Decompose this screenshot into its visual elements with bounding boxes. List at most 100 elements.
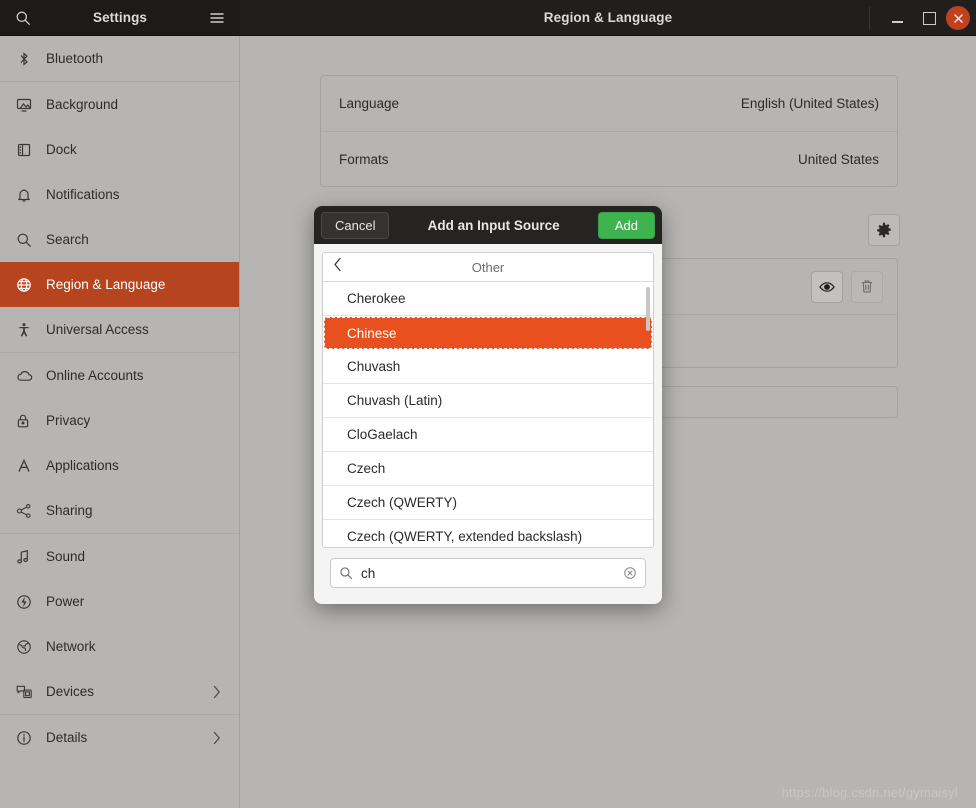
sidebar-item-online-accounts[interactable]: Online Accounts [0,353,239,398]
settings-sidebar[interactable]: Bluetooth Background Dock Notifications Sear… [0,36,240,808]
search-area: ch [322,548,654,598]
search-icon [339,566,353,580]
sidebar-item-label: Applications [46,458,119,473]
watermark-text: https://blog.csdn.net/gymaisyl [781,785,958,800]
cancel-button[interactable]: Cancel [321,211,390,239]
dialog-headerbar: Cancel Add an Input Source Add [314,206,662,244]
sidebar-item-sharing[interactable]: Sharing [0,488,239,533]
devices-icon [16,684,42,699]
language-row-value: English (United States) [740,96,879,111]
list-item-label: Czech (QWERTY, extended backslash) [347,529,583,544]
window-controls-separator [869,7,870,29]
list-item[interactable]: CloGaelach [323,418,653,452]
sidebar-item-region-language[interactable]: Region & Language [0,262,239,307]
language-row-label: Language [339,96,400,111]
sidebar-item-label: Bluetooth [46,51,104,66]
add-input-source-dialog: Cancel Add an Input Source Add Other Che… [314,206,662,604]
window-headerbar: Settings Region & Language [0,0,976,36]
list-item[interactable]: Czech (QWERTY) [323,486,653,520]
input-source-list[interactable]: Other Cherokee Chinese Chuvash Chuvash (Lat… [322,252,654,548]
sidebar-item-power[interactable]: Power [0,579,239,624]
sidebar-item-search[interactable]: Search [0,217,239,262]
formats-row[interactable]: Formats United States [321,131,897,186]
dialog-title: Add an Input Source [427,217,560,233]
sidebar-item-label: Dock [46,142,77,157]
list-item[interactable]: Cherokee [323,282,653,316]
list-header: Other [323,253,653,282]
sidebar-item-label: Online Accounts [46,368,144,383]
sidebar-headerbar: Settings [0,0,240,36]
sidebar-item-label: Devices [46,684,95,699]
maximize-button[interactable] [914,3,944,33]
sidebar-item-bluetooth[interactable]: Bluetooth [0,36,239,81]
background-icon [16,97,42,113]
lock-icon [16,413,42,429]
dialog-body: Other Cherokee Chinese Chuvash Chuvash (Lat… [314,244,662,598]
chevron-left-icon[interactable] [333,257,342,272]
list-item[interactable]: Chuvash [323,350,653,384]
sidebar-item-label: Background [46,97,119,112]
list-item-label: Cherokee [347,291,406,306]
sidebar-item-sound[interactable]: Sound [0,534,239,579]
list-item-label: Czech [347,461,386,476]
sidebar-item-notifications[interactable]: Notifications [0,172,239,217]
list-item-selected[interactable]: Chinese [324,317,652,349]
sidebar-item-label: Universal Access [46,322,149,337]
hamburger-menu-icon[interactable] [202,3,232,33]
trash-icon[interactable] [851,270,883,303]
sidebar-item-dock[interactable]: Dock [0,127,239,172]
info-icon [16,730,42,746]
list-scrollbar[interactable] [646,287,650,331]
bluetooth-icon [16,51,42,67]
clear-circle-icon[interactable] [623,566,637,580]
sidebar-item-label: Notifications [46,187,120,202]
sidebar-item-label: Region & Language [46,277,166,292]
sidebar-item-applications[interactable]: Applications [0,443,239,488]
window-controls [869,0,970,36]
list-header-title: Other [471,259,505,275]
language-row[interactable]: Language English (United States) [321,76,897,131]
power-icon [16,594,42,610]
sidebar-item-details[interactable]: Details [0,715,239,760]
applications-icon [16,458,42,474]
sidebar-item-devices[interactable]: Devices [0,669,239,714]
search-icon[interactable] [8,3,38,33]
cloud-icon [16,369,42,383]
close-button[interactable] [946,6,970,30]
language-panel: Language English (United States) Formats… [320,75,898,187]
list-item-label: Chuvash (Latin) [347,393,443,408]
list-items-container: Cherokee Chinese Chuvash Chuvash (Latin) Clo… [323,282,653,547]
dock-icon [16,142,42,158]
sidebar-item-label: Sharing [46,503,93,518]
list-item-label: Chinese [347,325,397,341]
sidebar-item-label: Sound [46,549,86,564]
minimize-button[interactable] [882,3,912,33]
list-item-label: Chuvash [347,359,401,374]
list-item[interactable]: Chuvash (Latin) [323,384,653,418]
list-item-label: Czech (QWERTY) [347,495,458,510]
list-item[interactable]: Czech [323,452,653,486]
list-item[interactable]: Czech (QWERTY, extended backslash) [323,520,653,547]
sidebar-item-background[interactable]: Background [0,82,239,127]
settings-window: Settings Region & Language Bluetooth Bac… [0,0,976,808]
sidebar-item-network[interactable]: Network [0,624,239,669]
sidebar-item-label: Network [46,639,96,654]
search-icon [16,232,42,248]
search-input[interactable]: ch [330,558,646,588]
formats-row-label: Formats [339,151,389,167]
accessibility-icon [16,322,42,338]
sidebar-item-universal-access[interactable]: Universal Access [0,307,239,352]
chevron-right-icon [213,731,221,745]
page-title: Region & Language [543,10,673,25]
list-item-label: CloGaelach [347,427,418,442]
gear-icon[interactable] [868,214,900,246]
content-headerbar: Region & Language [240,0,976,36]
search-input-value: ch [361,565,376,581]
sidebar-item-label: Privacy [46,413,91,428]
eye-icon[interactable] [811,270,843,303]
sidebar-item-privacy[interactable]: Privacy [0,398,239,443]
formats-row-value: United States [797,151,879,167]
music-note-icon [16,549,42,565]
add-button[interactable]: Add [597,211,655,239]
bell-icon [16,187,42,203]
